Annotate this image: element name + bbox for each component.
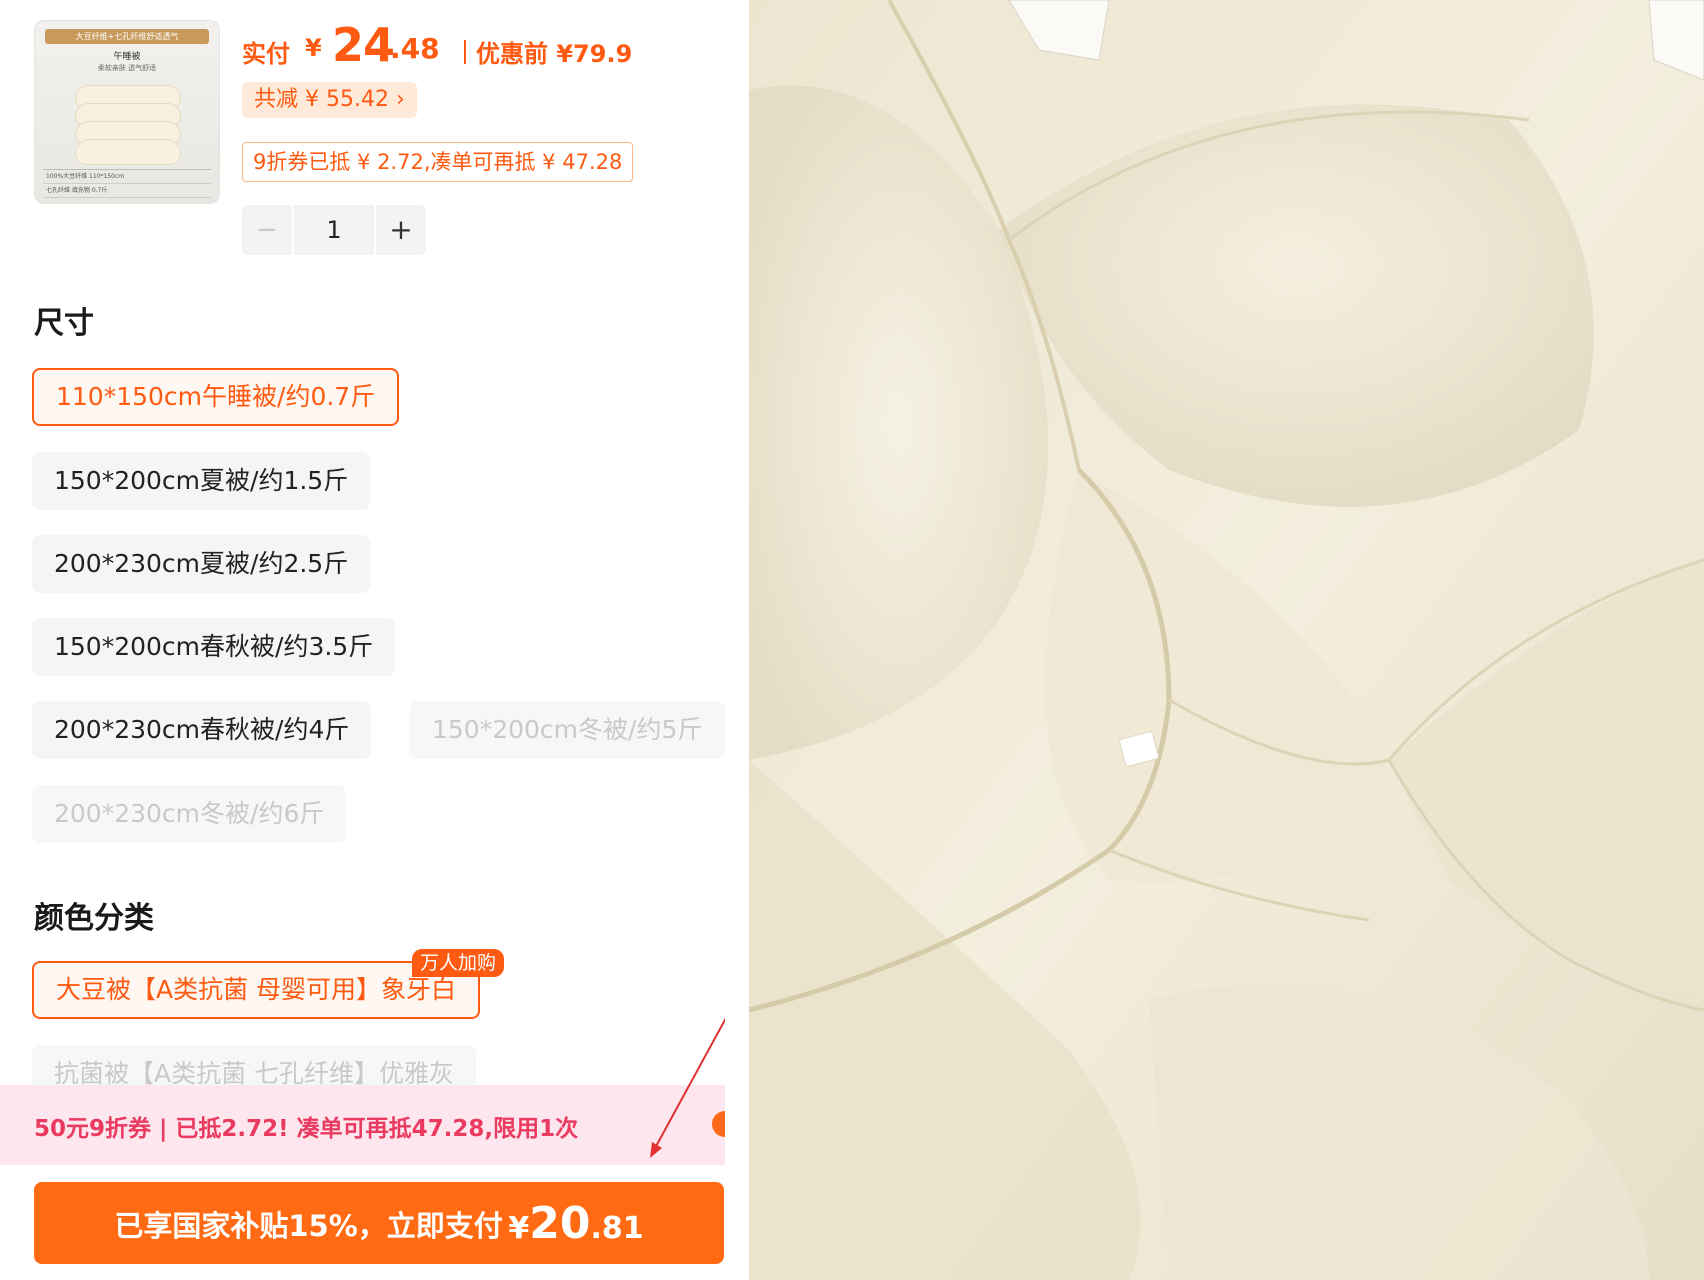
price-decimal: .48 [390, 32, 440, 65]
product-thumbnail[interactable]: 大豆纤维+七孔纤维舒适透气 午睡被 柔软亲肤 透气舒适 100%大豆纤维 110… [34, 20, 220, 204]
spec-row: 七孔纤维 填充物 0.7斤 [43, 184, 211, 198]
plus-icon[interactable]: + [376, 205, 426, 255]
thumbnail-spec-table: 100%大豆纤维 110*150cm 七孔纤维 填充物 0.7斤 [43, 169, 211, 198]
spec-row: 100%大豆纤维 110*150cm [43, 170, 211, 184]
minus-icon[interactable]: − [242, 205, 292, 255]
size-option-disabled: 150*200cm冬被/约5斤 [410, 701, 725, 759]
thumbnail-subtitle: 柔软亲肤 透气舒适 [97, 64, 157, 72]
quantity-value[interactable]: 1 [294, 205, 374, 255]
pay-now-button[interactable]: 已享国家补贴15%，立即支付 ¥20.81 [34, 1182, 724, 1264]
size-option[interactable]: 110*150cm午睡被/约0.7斤 [32, 368, 400, 426]
sku-selector-panel: 大豆纤维+七孔纤维舒适透气 午睡被 柔软亲肤 透气舒适 100%大豆纤维 110… [0, 0, 725, 1280]
size-option[interactable]: 150*200cm春秋被/约3.5斤 [32, 618, 396, 676]
total-discount-pill[interactable]: 共减 ¥ 55.42 › [242, 82, 417, 118]
pay-button-prefix: 已享国家补贴15%，立即支付 [114, 1209, 503, 1243]
thumbnail-name: 午睡被 [113, 52, 141, 62]
coupon-promo-bar[interactable]: 50元9折券 | 已抵2.72! 凑单可再抵47.28,限用1次 [0, 1085, 725, 1165]
color-section-title: 颜色分类 [34, 901, 154, 936]
size-option[interactable]: 150*200cm夏被/约1.5斤 [32, 452, 371, 510]
panel-divider [725, 0, 749, 1280]
size-option-disabled: 200*230cm冬被/约6斤 [32, 785, 347, 843]
coupon-info: 9折券已抵 ¥ 2.72,凑单可再抵 ¥ 47.28 [242, 142, 634, 182]
pay-button-currency: ¥ [508, 1211, 530, 1246]
price-label: 实付 [242, 40, 290, 68]
promo-text: 50元9折券 | 已抵2.72! 凑单可再抵47.28,限用1次 [34, 1116, 579, 1142]
size-section-title: 尺寸 [34, 306, 94, 341]
thumbnail-band-text: 大豆纤维+七孔纤维舒适透气 [45, 29, 209, 44]
quantity-stepper: − 1 + [242, 205, 426, 255]
quilt-photo [749, 0, 1704, 1280]
popular-badge: 万人加购 [412, 949, 505, 977]
arrow-annotation-icon [650, 1017, 725, 1158]
pay-button-integer: 20 [529, 1198, 591, 1249]
pay-button-decimal: .81 [590, 1211, 644, 1246]
size-option[interactable]: 200*230cm春秋被/约4斤 [32, 701, 372, 759]
price-divider [464, 40, 466, 64]
size-option[interactable]: 200*230cm夏被/约2.5斤 [32, 535, 371, 593]
price-currency: ¥ [305, 34, 322, 62]
quilt-illustration [75, 85, 181, 165]
price-integer: 24 [332, 18, 395, 72]
original-price: 优惠前 ¥79.9 [476, 40, 633, 68]
